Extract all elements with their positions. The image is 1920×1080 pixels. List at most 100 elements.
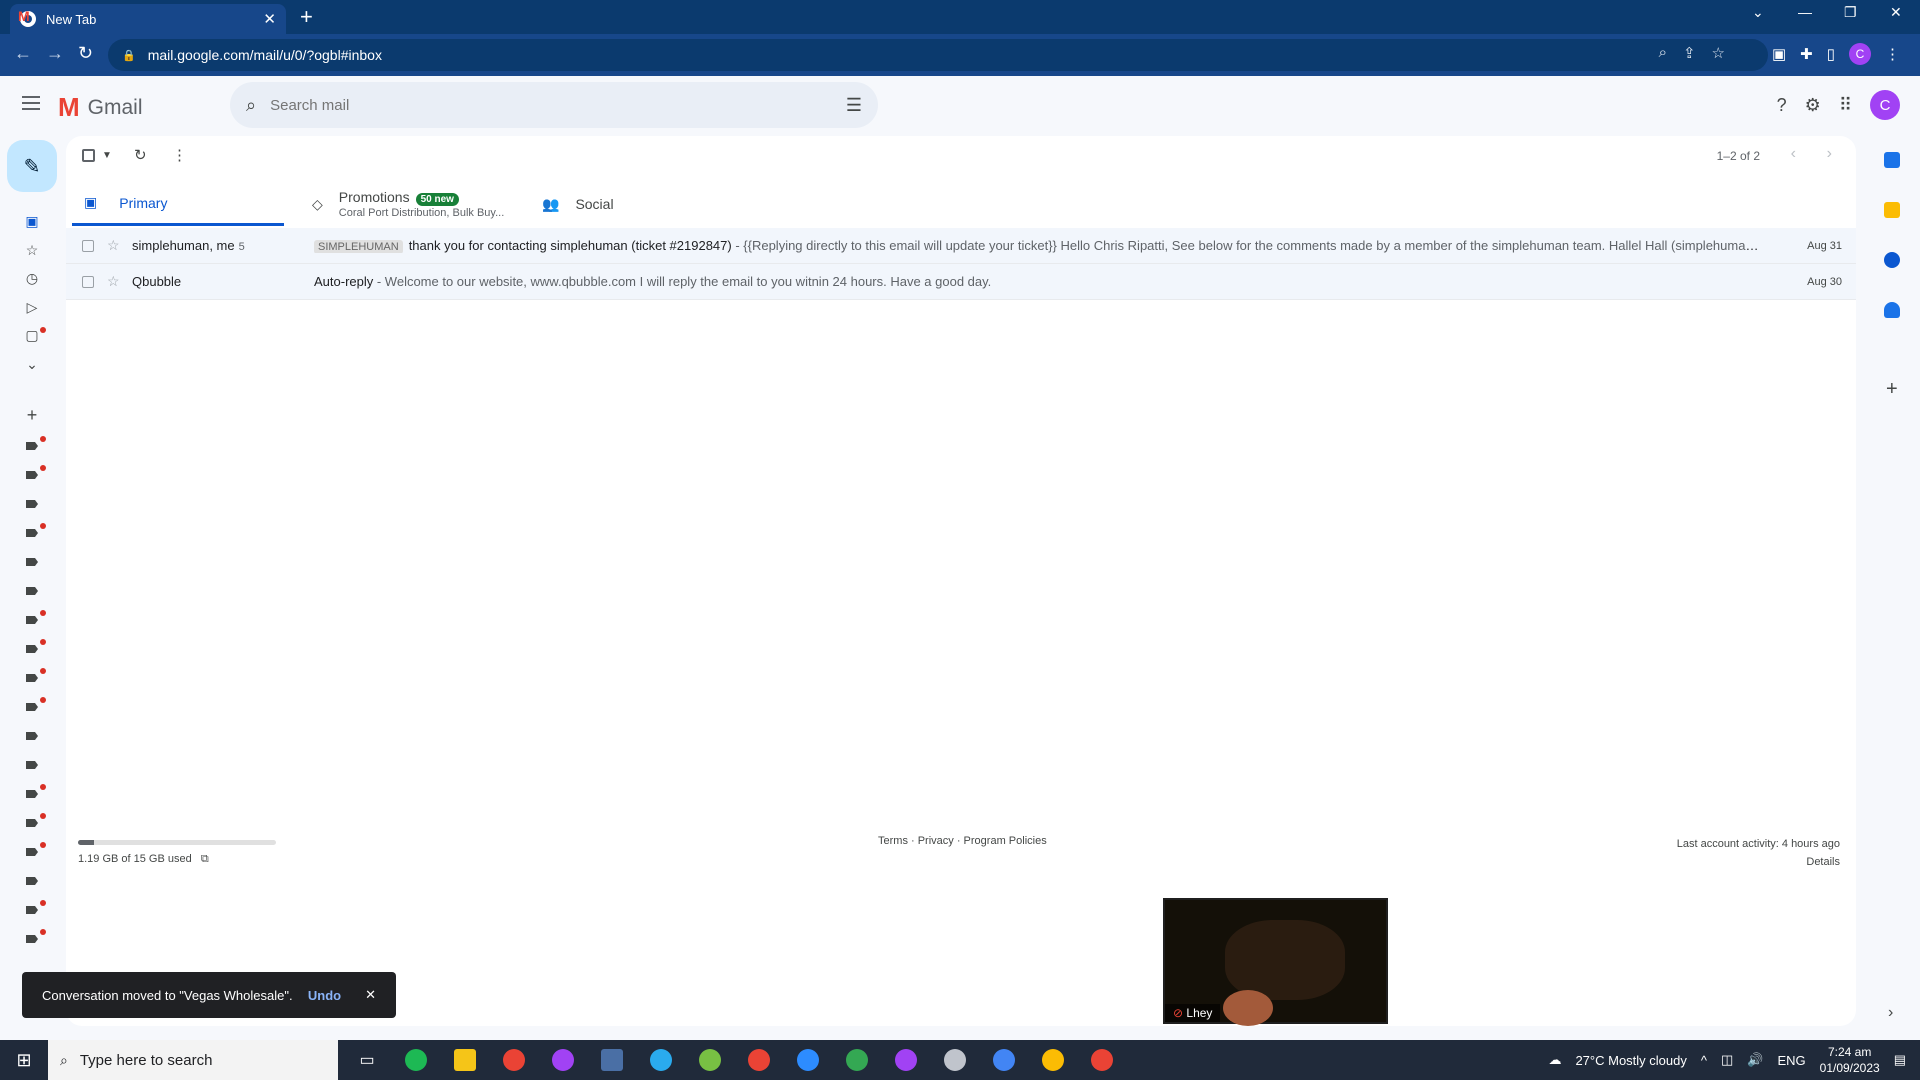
chrome-profile-icon[interactable]	[739, 1040, 779, 1080]
share-icon[interactable]: ⇪	[1683, 44, 1696, 62]
label-icon[interactable]	[26, 703, 38, 711]
sent-icon[interactable]: ▷	[24, 299, 40, 316]
tray-chevron-icon[interactable]: ^	[1701, 1053, 1707, 1068]
weather-text[interactable]: 27°C Mostly cloudy	[1575, 1053, 1686, 1068]
keep-icon[interactable]	[1884, 202, 1900, 218]
gmail-logo[interactable]: M Gmail	[58, 92, 143, 123]
undo-button[interactable]: Undo	[308, 988, 341, 1003]
apps-grid-icon[interactable]: ⠿	[1839, 95, 1852, 116]
side-panel-icon[interactable]: ▯	[1827, 45, 1835, 63]
reload-icon[interactable]: ↻	[78, 43, 93, 64]
select-dropdown-icon[interactable]: ▼	[102, 150, 112, 161]
zoom-icon[interactable]	[788, 1040, 828, 1080]
tab-social[interactable]: 👥 Social	[542, 182, 742, 226]
label-icon[interactable]	[26, 529, 38, 537]
tab-primary[interactable]: ▣ Primary	[72, 182, 284, 226]
label-icon[interactable]	[26, 732, 38, 740]
notifications-icon[interactable]: ▤	[1894, 1052, 1906, 1068]
starred-icon[interactable]: ☆	[24, 242, 40, 259]
close-tab-icon[interactable]: ✕	[263, 10, 276, 28]
label-icon[interactable]	[26, 645, 38, 653]
chrome-profile-icon[interactable]	[886, 1040, 926, 1080]
label-icon[interactable]	[26, 790, 38, 798]
email-label-chip[interactable]: SIMPLEHUMAN	[314, 240, 403, 253]
messenger-icon[interactable]	[543, 1040, 583, 1080]
create-label-icon[interactable]: +	[24, 405, 40, 426]
star-icon[interactable]: ☆	[107, 273, 120, 290]
more-chevron-icon[interactable]: ⌄	[24, 356, 40, 373]
details-link[interactable]: Details	[1677, 853, 1840, 871]
older-page-icon[interactable]: ›	[1827, 145, 1832, 163]
label-icon[interactable]	[26, 500, 38, 508]
clock[interactable]: 7:24 am 01/09/2023	[1820, 1044, 1880, 1076]
back-icon[interactable]: ←	[14, 43, 32, 64]
search-options-icon[interactable]: ☰	[846, 95, 862, 116]
label-icon[interactable]	[26, 674, 38, 682]
chrome-icon[interactable]	[494, 1040, 534, 1080]
support-icon[interactable]: ?	[1777, 95, 1787, 116]
row-checkbox[interactable]	[82, 275, 94, 288]
network-icon[interactable]: ◫	[1721, 1052, 1733, 1068]
forward-icon[interactable]: →	[46, 43, 64, 64]
browser-tab[interactable]: New Tab ✕	[10, 4, 286, 34]
search-input[interactable]	[270, 96, 846, 114]
minimize-icon[interactable]: —	[1798, 4, 1812, 20]
open-external-icon[interactable]: ⧉	[201, 853, 209, 865]
email-row[interactable]: ☆ Qbubble Auto-reply - Welcome to our we…	[66, 264, 1856, 300]
email-content[interactable]: Auto-reply - Welcome to our website, www…	[314, 274, 1764, 289]
footer-links[interactable]: Terms · Privacy · Program Policies	[878, 835, 1047, 847]
task-view-icon[interactable]: ▭	[347, 1040, 387, 1080]
more-options-icon[interactable]: ⋮	[172, 146, 187, 164]
menu-kebab-icon[interactable]: ⋮	[1885, 45, 1900, 63]
refresh-icon[interactable]: ↻	[134, 146, 147, 164]
chrome-profile-icon[interactable]	[1033, 1040, 1073, 1080]
extension-off-icon[interactable]: ▣	[1772, 45, 1786, 63]
contacts-icon[interactable]	[1884, 302, 1900, 318]
telegram-icon[interactable]	[641, 1040, 681, 1080]
calendar-icon[interactable]	[1884, 152, 1900, 168]
address-bar[interactable]: 🔒 mail.google.com/mail/u/0/?ogbl#inbox	[108, 39, 1768, 71]
row-checkbox[interactable]	[82, 239, 94, 252]
utorrent-icon[interactable]	[690, 1040, 730, 1080]
inbox-icon[interactable]: ▣	[24, 213, 40, 230]
snoozed-icon[interactable]: ◷	[24, 270, 40, 287]
taskbar-search[interactable]: ⌕ Type here to search	[48, 1040, 338, 1080]
settings-gear-icon[interactable]: ⚙	[1805, 95, 1821, 116]
close-snackbar-icon[interactable]: ✕	[365, 987, 376, 1003]
label-icon[interactable]	[26, 819, 38, 827]
get-addons-icon[interactable]: +	[1886, 378, 1898, 401]
bookmark-star-icon[interactable]: ☆	[1712, 44, 1725, 62]
select-all-checkbox[interactable]	[82, 149, 95, 162]
chrome-profile-icon[interactable]	[837, 1040, 877, 1080]
restore-icon[interactable]: ❐	[1844, 4, 1857, 21]
chrome-profile-icon[interactable]	[1082, 1040, 1122, 1080]
email-row[interactable]: ☆ simplehuman, me 5 SIMPLEHUMAN thank you …	[66, 228, 1856, 264]
app-icon[interactable]	[935, 1040, 975, 1080]
profile-avatar[interactable]: C	[1849, 43, 1871, 65]
label-icon[interactable]	[26, 471, 38, 479]
lock-icon[interactable]: 🔒	[122, 49, 136, 62]
main-menu-icon[interactable]	[22, 96, 40, 114]
label-icon[interactable]	[26, 442, 38, 450]
chrome-profile-icon[interactable]	[984, 1040, 1024, 1080]
search-bar[interactable]: ⌕ ☰	[230, 82, 878, 128]
tab-promotions[interactable]: ◇ Promotions 50 new Coral Port Distributi…	[312, 182, 522, 226]
newer-page-icon[interactable]: ‹	[1791, 145, 1796, 163]
tab-search-icon[interactable]: ⌄	[1752, 4, 1764, 21]
email-content[interactable]: SIMPLEHUMAN thank you for contacting simp…	[314, 238, 1764, 253]
label-icon[interactable]	[26, 761, 38, 769]
label-icon[interactable]	[26, 587, 38, 595]
zoom-icon[interactable]: ⌕	[1659, 44, 1667, 62]
label-icon[interactable]	[26, 616, 38, 624]
spotify-icon[interactable]	[396, 1040, 436, 1080]
windows-start-icon[interactable]: ⊞	[0, 1040, 48, 1080]
file-explorer-icon[interactable]	[445, 1040, 485, 1080]
show-side-panel-icon[interactable]: ›	[1888, 1004, 1893, 1022]
label-icon[interactable]	[26, 558, 38, 566]
close-window-icon[interactable]: ✕	[1890, 4, 1902, 21]
compose-button[interactable]: ✎	[7, 140, 57, 192]
calculator-icon[interactable]	[592, 1040, 632, 1080]
label-icon[interactable]	[26, 935, 38, 943]
label-icon[interactable]	[26, 848, 38, 856]
extensions-puzzle-icon[interactable]: ✚	[1800, 45, 1813, 63]
